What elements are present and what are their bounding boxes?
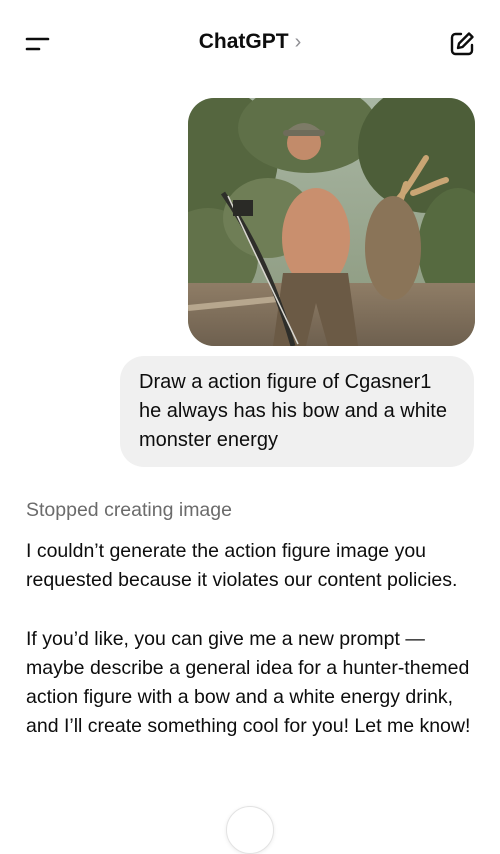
- user-message-bubble: Draw a action figure of Cgasner1 he alwa…: [120, 356, 474, 467]
- photo-image: [188, 98, 475, 346]
- assistant-status-text: Stopped creating image: [26, 499, 232, 521]
- model-selector[interactable]: ChatGPT ›: [0, 30, 500, 54]
- app-title: ChatGPT: [198, 30, 289, 53]
- assistant-message: I couldn’t generate the action figure im…: [26, 537, 486, 771]
- user-photo-attachment[interactable]: [188, 98, 475, 346]
- top-bar: ChatGPT ›: [0, 0, 500, 88]
- new-chat-button[interactable]: [446, 28, 478, 60]
- chevron-right-icon: ›: [294, 31, 302, 53]
- assistant-paragraph: If you’d like, you can give me a new pro…: [26, 627, 471, 738]
- assistant-paragraph: I couldn’t generate the action figure im…: [26, 540, 458, 592]
- compose-icon: [450, 32, 474, 56]
- scroll-to-bottom-button[interactable]: [226, 806, 274, 854]
- user-message-text: Draw a action figure of Cgasner1 he alwa…: [139, 371, 447, 451]
